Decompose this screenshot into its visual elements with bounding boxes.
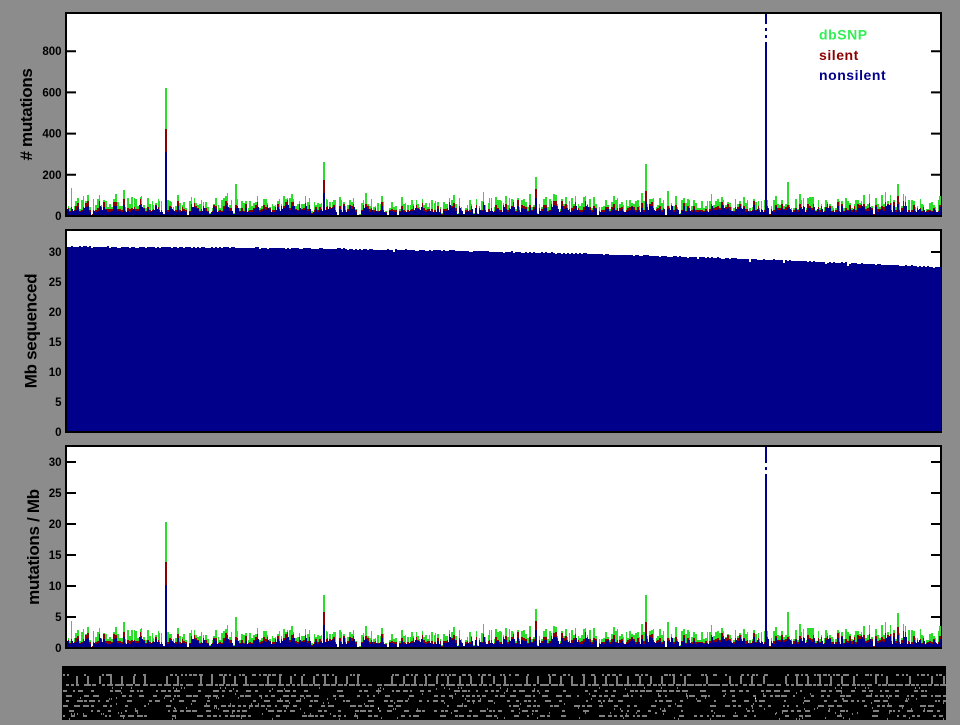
svg-text:10: 10 [49,581,62,593]
svg-text:20: 20 [49,307,62,319]
svg-text:0: 0 [55,211,61,223]
svg-text:30: 30 [49,247,62,259]
svg-text:400: 400 [42,129,61,141]
svg-text:10: 10 [49,367,62,379]
svg-text:30: 30 [49,457,62,469]
svg-text:15: 15 [49,550,62,562]
svg-text:0: 0 [55,427,61,439]
svg-text:200: 200 [42,170,61,182]
svg-text:nonsilent: nonsilent [819,67,886,83]
svg-text:5: 5 [55,397,62,409]
svg-text:Mb sequenced: Mb sequenced [22,274,41,388]
svg-text:silent: silent [819,47,859,63]
svg-text:0: 0 [55,643,61,655]
svg-text:600: 600 [42,87,61,99]
svg-text:25: 25 [49,277,62,289]
svg-text:5: 5 [55,612,62,624]
svg-text:15: 15 [49,337,62,349]
svg-text:25: 25 [49,488,62,500]
svg-text:mutations / Mb: mutations / Mb [24,489,43,605]
svg-text:dbSNP: dbSNP [819,27,868,43]
svg-text:800: 800 [42,46,61,58]
svg-text:20: 20 [49,519,62,531]
svg-text:# mutations: # mutations [17,68,36,160]
